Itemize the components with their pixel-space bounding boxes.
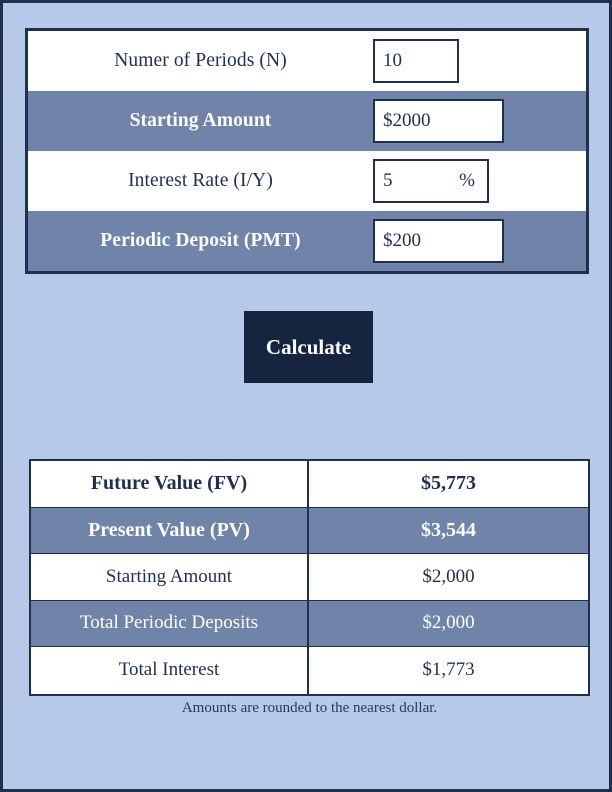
results-table: Future Value (FV) $5,773 Present Value (… xyxy=(29,459,590,696)
table-row: Total Periodic Deposits $2,000 xyxy=(31,600,588,647)
result-value-future-value: $5,773 xyxy=(421,472,476,495)
interest-rate-input-value: 5 xyxy=(383,170,393,191)
result-label-total-periodic-deposits: Total Periodic Deposits xyxy=(31,600,309,646)
result-label-future-value: Future Value (FV) xyxy=(31,461,309,507)
input-field-periods-wrapper: 10 xyxy=(373,39,586,83)
starting-amount-input-value: $2000 xyxy=(383,110,431,131)
input-row-periodic-deposit: Periodic Deposit (PMT) $200 xyxy=(28,211,586,271)
periodic-deposit-input[interactable]: $200 xyxy=(373,219,504,263)
result-label-total-interest: Total Interest xyxy=(31,647,309,694)
periods-input[interactable]: 10 xyxy=(373,39,459,83)
starting-amount-input[interactable]: $2000 xyxy=(373,99,504,143)
percent-sign: % xyxy=(459,170,475,191)
table-row: Starting Amount $2,000 xyxy=(31,554,588,601)
table-row: Future Value (FV) $5,773 xyxy=(31,461,588,508)
input-label-periodic-deposit: Periodic Deposit (PMT) xyxy=(100,230,301,251)
input-label-starting-amount: Starting Amount xyxy=(129,110,272,131)
table-row: Total Interest $1,773 xyxy=(31,647,588,694)
periods-input-value: 10 xyxy=(383,50,402,71)
result-value-total-periodic-deposits: $2,000 xyxy=(422,612,475,634)
result-value-present-value: $3,544 xyxy=(421,518,476,541)
periodic-deposit-input-value: $200 xyxy=(383,230,421,251)
input-label-interest-rate: Interest Rate (I/Y) xyxy=(128,170,273,191)
input-field-starting-amount-wrapper: $2000 xyxy=(373,99,586,143)
input-field-periodic-deposit-wrapper: $200 xyxy=(373,219,586,263)
result-value-starting-amount: $2,000 xyxy=(422,565,475,587)
result-label-present-value: Present Value (PV) xyxy=(31,507,309,553)
rounding-footnote: Amounts are rounded to the nearest dolla… xyxy=(181,700,438,716)
result-value-total-interest: $1,773 xyxy=(422,659,475,681)
interest-rate-input[interactable]: 5 % xyxy=(373,159,489,203)
table-row: Present Value (PV) $3,544 xyxy=(31,507,588,554)
input-row-periods: Numer of Periods (N) 10 xyxy=(28,31,586,91)
calculator-page: Numer of Periods (N) 10 Starting Amount … xyxy=(0,0,612,792)
input-field-interest-rate-wrapper: 5 % xyxy=(373,159,586,203)
result-label-starting-amount: Starting Amount xyxy=(31,554,309,600)
input-label-periods: Numer of Periods (N) xyxy=(114,50,287,71)
calculate-button[interactable]: Calculate xyxy=(244,311,373,383)
input-row-interest-rate: Interest Rate (I/Y) 5 % xyxy=(28,151,586,211)
input-row-starting-amount: Starting Amount $2000 xyxy=(28,91,586,151)
input-parameters-table: Numer of Periods (N) 10 Starting Amount … xyxy=(25,28,589,274)
